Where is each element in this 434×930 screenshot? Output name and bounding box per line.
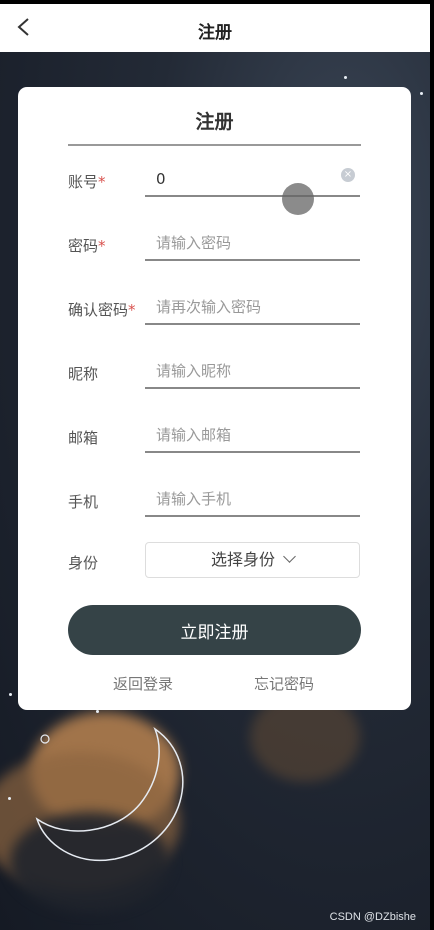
clear-icon[interactable]: × [341,168,355,182]
watermark: CSDN @DZbishe [329,911,416,923]
nickname-input[interactable] [145,355,360,389]
account-label: 账号* [68,173,106,191]
account-input[interactable] [145,163,360,197]
nickname-label: 昵称 [68,365,99,383]
confirm-password-label: 确认密码* [68,301,136,319]
account-row: 账号* × [68,163,361,203]
password-input[interactable] [145,227,360,261]
email-row: 邮箱 [68,419,361,459]
chevron-down-icon [283,550,296,563]
phone-input[interactable] [145,483,360,517]
moon-drawing [35,726,184,861]
identity-label: 身份 [68,554,99,572]
email-label: 邮箱 [68,429,99,447]
password-row: 密码* [68,227,361,267]
top-navigation-bar: 注册 [0,0,430,52]
identity-select[interactable]: 选择身份 [145,542,360,578]
phone-screen: 注册 注册 账号* × 密码* 确认密码* 昵称 邮箱 手机 [0,0,430,930]
identity-row: 身份 选择身份 [68,542,361,582]
confirm-password-row: 确认密码* [68,291,361,331]
page-title: 注册 [198,23,232,43]
nickname-row: 昵称 [68,355,361,395]
password-label: 密码* [68,237,106,255]
card-title: 注册 [68,107,361,146]
phone-label: 手机 [68,493,99,511]
back-to-login-link[interactable]: 返回登录 [113,673,173,694]
phone-row: 手机 [68,483,361,523]
confirm-password-input[interactable] [145,291,360,325]
email-input[interactable] [145,419,360,453]
forgot-password-link[interactable]: 忘记密码 [254,673,314,694]
touch-indicator [282,183,314,215]
register-button[interactable]: 立即注册 [68,605,361,655]
register-card: 注册 账号* × 密码* 确认密码* 昵称 邮箱 手机 身份 [18,87,411,710]
identity-select-text: 选择身份 [210,550,275,569]
